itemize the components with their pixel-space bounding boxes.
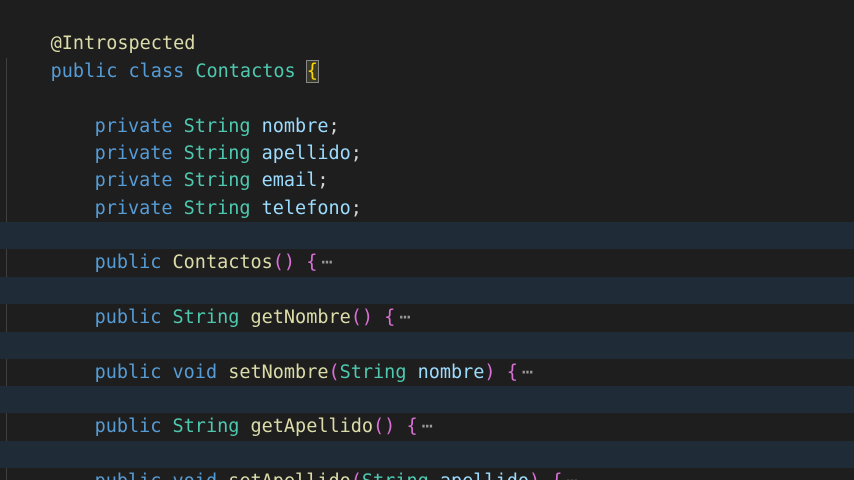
modifier-token: public <box>94 307 162 329</box>
code-line-annotation[interactable]: @Introspected <box>0 3 854 54</box>
field-name-token: telefono <box>261 198 351 220</box>
open-paren: ( <box>373 416 385 438</box>
method-name-token: getApellido <box>250 416 374 438</box>
modifier-token: public <box>95 471 162 480</box>
return-type-token: void <box>173 471 218 480</box>
fold-ellipsis-icon[interactable]: ⋯ <box>566 471 577 480</box>
close-paren: ) <box>283 252 296 274</box>
method-name-token: Contactos <box>172 252 273 274</box>
param-type-token: String <box>339 362 407 384</box>
open-brace: { <box>551 471 562 480</box>
method-name-token: getNombre <box>250 307 351 329</box>
open-paren: ( <box>350 307 362 329</box>
fold-ellipsis-icon[interactable]: ⋯ <box>399 307 410 328</box>
modifier-token: public <box>94 416 162 438</box>
class-open-brace: { <box>305 60 319 84</box>
return-type-token: String <box>172 307 240 329</box>
code-line-field[interactable]: private String email; <box>0 140 854 191</box>
open-brace: { <box>384 307 396 329</box>
code-line-folded-method[interactable]: public String getNombre() {⋯ <box>0 277 854 328</box>
type-token: String <box>183 198 251 220</box>
open-paren: ( <box>328 362 340 384</box>
open-paren: ( <box>351 471 362 480</box>
open-brace: { <box>306 252 318 274</box>
fold-ellipsis-icon[interactable]: ⋯ <box>321 252 332 273</box>
param-name-token: apellido <box>440 471 529 480</box>
code-editor[interactable]: @Introspected public class Contactos { p… <box>0 0 854 480</box>
code-line-folded-method[interactable]: public void setApellido(String apellido)… <box>0 441 854 480</box>
param-type-token: String <box>362 471 429 480</box>
param-name-token: nombre <box>417 362 485 384</box>
return-type-token: void <box>172 362 218 384</box>
return-type-token: String <box>172 416 240 438</box>
fold-ellipsis-icon[interactable]: ⋯ <box>422 416 433 437</box>
close-paren: ) <box>384 416 396 438</box>
code-line-field[interactable]: private String telefono; <box>0 168 854 219</box>
modifier-token: public <box>94 362 162 384</box>
semicolon: ; <box>350 198 362 220</box>
modifier-token: private <box>94 198 173 220</box>
code-line-folded-method[interactable]: public void setNombre(String nombre) {⋯ <box>0 332 854 383</box>
method-name-token: setApellido <box>228 471 351 480</box>
code-line-class-decl[interactable]: public class Contactos { <box>0 31 854 84</box>
code-line-field[interactable]: private String apellido; <box>0 113 854 164</box>
open-brace: { <box>406 416 418 438</box>
class-name-token: Contactos <box>195 61 296 83</box>
close-paren: ) <box>484 362 496 384</box>
open-paren: ( <box>272 252 284 274</box>
fold-ellipsis-icon[interactable]: ⋯ <box>522 362 533 383</box>
close-paren: ) <box>529 471 540 480</box>
keyword-token: public <box>50 61 118 83</box>
code-line-folded-method[interactable]: public Contactos() {⋯ <box>0 222 854 273</box>
modifier-token: public <box>94 252 162 274</box>
code-line-folded-method[interactable]: public String getApellido() {⋯ <box>0 386 854 437</box>
code-line-field[interactable]: private String nombre; <box>0 86 854 137</box>
keyword-token: class <box>128 61 185 83</box>
open-brace: { <box>506 362 518 384</box>
close-paren: ) <box>361 307 374 329</box>
method-name-token: setNombre <box>228 362 329 384</box>
